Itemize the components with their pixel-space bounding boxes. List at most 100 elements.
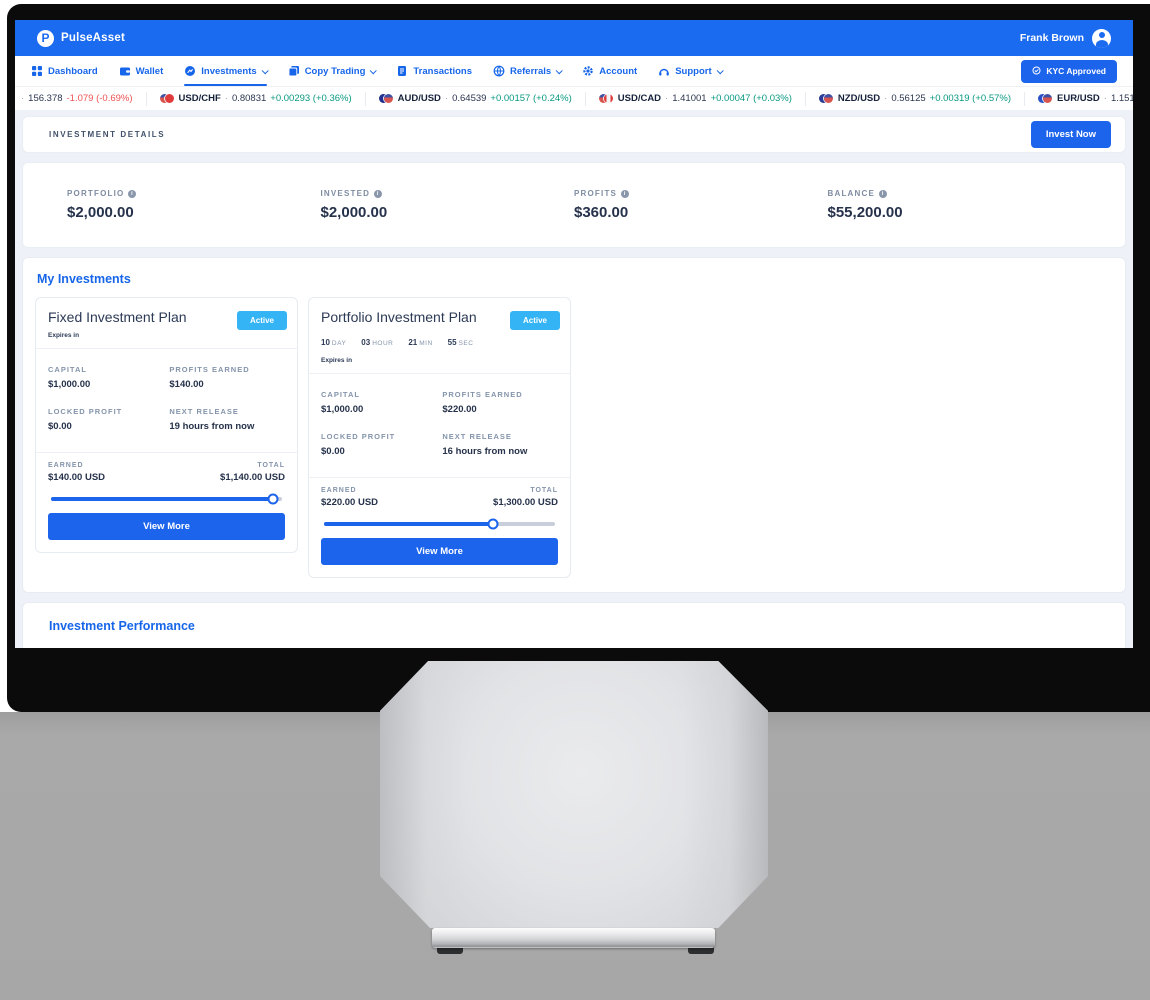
kyc-badge-icon — [1032, 66, 1041, 77]
nav-item-copy-trading[interactable]: Copy Trading — [288, 56, 376, 86]
ticker-change: +0.00293 (+0.36%) — [270, 93, 351, 104]
ticker-item: NZD/USD· 0.56125 +0.00319 (+0.57%) — [805, 92, 1024, 106]
user-menu[interactable]: Frank Brown — [1020, 29, 1111, 48]
headphones-icon — [658, 65, 670, 77]
my-investments-heading: My Investments — [37, 272, 1113, 286]
slider-fill — [324, 522, 493, 526]
earned-value: $220.00 USD — [321, 497, 378, 508]
ticker-change: +0.00319 (+0.57%) — [930, 93, 1011, 104]
kyc-approved-button[interactable]: KYC Approved — [1021, 60, 1117, 83]
nav-label: Copy Trading — [305, 66, 366, 77]
ticker-item: USD/CHF· 0.80831 +0.00293 (+0.36%) — [146, 92, 365, 106]
progress-slider[interactable] — [51, 497, 282, 501]
nav-label: Referrals — [510, 66, 551, 77]
ticker-price: 1.41001 — [672, 93, 706, 104]
earned-value: $140.00 USD — [48, 472, 105, 483]
stat-label: PROFITS — [574, 189, 617, 198]
nav-label: Investments — [201, 66, 256, 77]
pulseasset-logo-icon: P — [37, 30, 54, 47]
performance-heading: Investment Performance — [49, 619, 1113, 633]
app-screen: P PulseAsset Frank Brown Dashboard Walle… — [15, 20, 1133, 648]
total-label: TOTAL — [220, 462, 285, 469]
globe-icon — [493, 65, 505, 77]
section-title: INVESTMENT DETAILS — [49, 130, 165, 139]
stat-invested: INVESTED $2,000.00 — [321, 189, 575, 221]
nav-item-referrals[interactable]: Referrals — [493, 56, 561, 86]
field-label: LOCKED PROFIT — [321, 432, 442, 441]
plan-card-fixed: Fixed Investment Plan Active Expires in … — [35, 297, 298, 553]
main-content: INVESTMENT DETAILS Invest Now PORTFOLIO … — [15, 110, 1133, 648]
field-value: $1,000.00 — [48, 379, 169, 390]
field-label: LOCKED PROFIT — [48, 407, 169, 416]
brand-name: PulseAsset — [61, 32, 125, 44]
field-label: PROFITS EARNED — [442, 390, 558, 399]
ticker-change: +0.00047 (+0.03%) — [711, 93, 792, 104]
ticker-pair: AUD/USD — [398, 93, 441, 104]
stats-summary: PORTFOLIO $2,000.00 INVESTED $2,000.00 P… — [22, 162, 1126, 248]
ticker-pair: EUR/USD — [1057, 93, 1100, 104]
plan-header: Portfolio Investment Plan Active 10DAY 0… — [309, 298, 570, 374]
field-value: $140.00 — [169, 379, 285, 390]
field-value: $1,000.00 — [321, 404, 442, 415]
audusd-flag-icon — [379, 93, 394, 104]
nav-item-dashboard[interactable]: Dashboard — [31, 56, 98, 86]
ticker-price: 0.64539 — [452, 93, 486, 104]
ticker-pair: USD/CAD — [618, 93, 661, 104]
slider-thumb[interactable] — [487, 519, 498, 530]
nav-item-wallet[interactable]: Wallet — [119, 56, 164, 86]
earned-label: EARNED — [321, 487, 378, 494]
chevron-down-icon — [716, 67, 723, 74]
ticker-item: AUD/USD· 0.64539 +0.00157 (+0.24%) — [365, 92, 585, 106]
user-avatar-icon[interactable] — [1092, 29, 1111, 48]
info-icon[interactable] — [128, 190, 136, 198]
investments-chart-icon — [184, 65, 196, 77]
nav-item-investments[interactable]: Investments — [184, 56, 266, 86]
stat-label: PORTFOLIO — [67, 189, 124, 198]
ticker-change: +0.00157 (+0.24%) — [490, 93, 571, 104]
field-label: NEXT RELEASE — [169, 407, 285, 416]
invest-now-button[interactable]: Invest Now — [1031, 121, 1111, 148]
monitor-stand-base — [432, 928, 715, 948]
kyc-label: KYC Approved — [1046, 66, 1106, 76]
plan-details: CAPITAL$1,000.00 PROFITS EARNED$140.00 L… — [36, 349, 297, 453]
countdown-timer: 10DAY 03HOUR 21MIN 55SEC — [321, 332, 558, 350]
ticker-pair: USD/CHF — [179, 93, 221, 104]
field-value: $220.00 — [442, 404, 558, 415]
stat-profits: PROFITS $360.00 — [574, 189, 828, 221]
stat-value: $55,200.00 — [828, 204, 1082, 221]
info-icon[interactable] — [621, 190, 629, 198]
ticker-item: · 156.378 -1.079 (-0.69%) — [15, 92, 146, 106]
nav-label: Transactions — [413, 66, 472, 77]
investment-details-bar: INVESTMENT DETAILS Invest Now — [22, 116, 1126, 153]
field-label: CAPITAL — [48, 365, 169, 374]
view-more-button[interactable]: View More — [321, 538, 558, 565]
copy-icon — [288, 65, 300, 77]
ticker-price: 156.378 — [28, 93, 62, 104]
slider-thumb[interactable] — [267, 494, 278, 505]
usdchf-flag-icon — [160, 93, 175, 104]
info-icon[interactable] — [374, 190, 382, 198]
stat-portfolio: PORTFOLIO $2,000.00 — [67, 189, 321, 221]
earned-label: EARNED — [48, 462, 105, 469]
info-icon[interactable] — [879, 190, 887, 198]
progress-slider[interactable] — [324, 522, 555, 526]
brand: P PulseAsset — [37, 30, 125, 47]
plan-header: Fixed Investment Plan Active Expires in — [36, 298, 297, 349]
investment-performance-panel: Investment Performance Total Value Retur… — [22, 602, 1126, 648]
eurusd-flag-icon — [1038, 93, 1053, 104]
nav-item-account[interactable]: Account — [582, 56, 637, 86]
field-label: NEXT RELEASE — [442, 432, 558, 441]
nav-item-transactions[interactable]: Transactions — [396, 56, 472, 86]
field-value: 19 hours from now — [169, 421, 285, 432]
plan-card-portfolio: Portfolio Investment Plan Active 10DAY 0… — [308, 297, 571, 578]
stat-value: $360.00 — [574, 204, 828, 221]
ticker-pair: NZD/USD — [838, 93, 880, 104]
ticker-price: 0.56125 — [891, 93, 925, 104]
plan-details: CAPITAL$1,000.00 PROFITS EARNED$220.00 L… — [309, 374, 570, 478]
expires-label: Expires in — [321, 357, 558, 364]
nav-item-support[interactable]: Support — [658, 56, 721, 86]
field-value: 16 hours from now — [442, 446, 558, 457]
ticker-price: 0.80831 — [232, 93, 266, 104]
view-more-button[interactable]: View More — [48, 513, 285, 540]
stat-balance: BALANCE $55,200.00 — [828, 189, 1082, 221]
